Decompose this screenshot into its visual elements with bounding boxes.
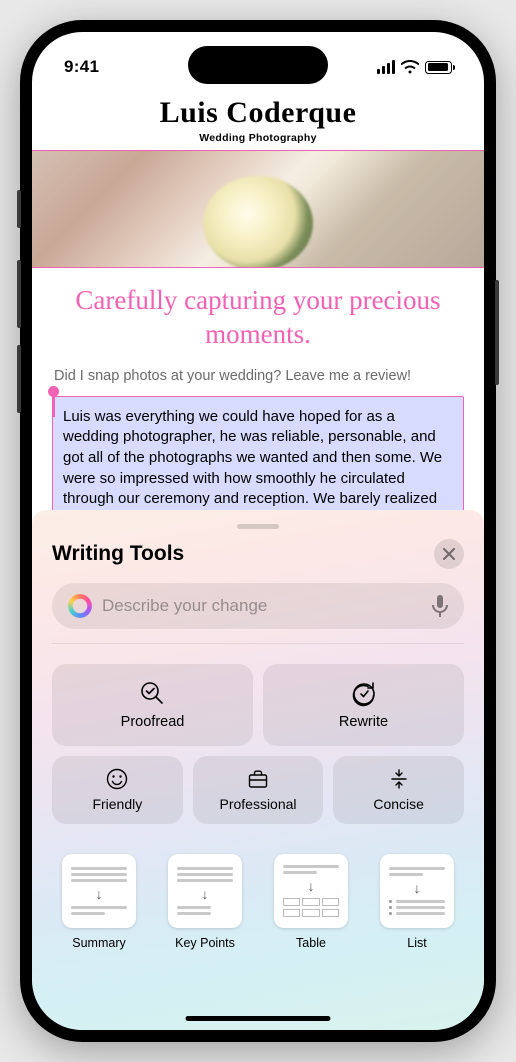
hero-image bbox=[32, 150, 484, 268]
concise-label: Concise bbox=[373, 796, 424, 812]
close-button[interactable] bbox=[434, 539, 464, 569]
format-row: ↓ Summary ↓ Key Points ↓ bbox=[52, 834, 464, 950]
professional-label: Professional bbox=[219, 796, 296, 812]
summary-button[interactable]: ↓ Summary bbox=[62, 854, 136, 950]
panel-title: Writing Tools bbox=[52, 542, 184, 566]
proofread-label: Proofread bbox=[121, 714, 185, 730]
dynamic-island bbox=[188, 46, 328, 84]
review-prompt: Did I snap photos at your wedding? Leave… bbox=[32, 362, 484, 394]
writing-tools-panel: Writing Tools Describe your change Proof… bbox=[32, 510, 484, 1030]
tagline: Carefully capturing your precious moment… bbox=[32, 268, 484, 362]
rewrite-button[interactable]: Rewrite bbox=[263, 664, 464, 746]
selection-handle-start[interactable] bbox=[52, 395, 55, 417]
briefcase-icon bbox=[247, 768, 269, 790]
status-time: 9:41 bbox=[64, 57, 99, 77]
professional-button[interactable]: Professional bbox=[193, 756, 324, 824]
list-button[interactable]: ↓ List bbox=[380, 854, 454, 950]
divider bbox=[52, 643, 464, 644]
list-thumb-icon: ↓ bbox=[380, 854, 454, 928]
wifi-icon bbox=[401, 60, 419, 74]
table-label: Table bbox=[296, 936, 326, 950]
smiley-icon bbox=[106, 768, 128, 790]
battery-icon bbox=[425, 61, 452, 74]
summary-label: Summary bbox=[72, 936, 125, 950]
keypoints-thumb-icon: ↓ bbox=[168, 854, 242, 928]
document-title: Luis Coderque bbox=[52, 96, 464, 130]
document-header: Luis Coderque Wedding Photography bbox=[32, 86, 484, 150]
microphone-icon[interactable] bbox=[432, 595, 448, 617]
screen: 9:41 Luis Coderque Wedding Photography C… bbox=[32, 32, 484, 1030]
keypoints-label: Key Points bbox=[175, 936, 235, 950]
rewrite-label: Rewrite bbox=[339, 714, 388, 730]
list-label: List bbox=[407, 936, 426, 950]
table-button[interactable]: ↓ Table bbox=[274, 854, 348, 950]
volume-down-button[interactable] bbox=[17, 345, 21, 413]
panel-header: Writing Tools bbox=[52, 539, 464, 569]
table-thumb-icon: ↓ bbox=[274, 854, 348, 928]
volume-up-button[interactable] bbox=[17, 260, 21, 328]
magnify-check-icon bbox=[139, 680, 167, 708]
concise-button[interactable]: Concise bbox=[333, 756, 464, 824]
power-button[interactable] bbox=[495, 280, 499, 385]
panel-grabber[interactable] bbox=[237, 524, 279, 529]
friendly-label: Friendly bbox=[92, 796, 142, 812]
secondary-tools-row: Friendly Professional Concise bbox=[52, 756, 464, 824]
document-subtitle: Wedding Photography bbox=[52, 132, 464, 144]
close-icon bbox=[443, 548, 455, 560]
keypoints-button[interactable]: ↓ Key Points bbox=[168, 854, 242, 950]
status-icons bbox=[377, 60, 453, 74]
concise-icon bbox=[388, 768, 410, 790]
describe-change-input[interactable]: Describe your change bbox=[52, 583, 464, 629]
friendly-button[interactable]: Friendly bbox=[52, 756, 183, 824]
silent-switch[interactable] bbox=[17, 190, 21, 228]
proofread-button[interactable]: Proofread bbox=[52, 664, 253, 746]
phone-frame: 9:41 Luis Coderque Wedding Photography C… bbox=[20, 20, 496, 1042]
home-indicator[interactable] bbox=[186, 1016, 331, 1021]
apple-intelligence-icon bbox=[68, 594, 92, 618]
primary-tools-row: Proofread Rewrite bbox=[52, 664, 464, 746]
cellular-icon bbox=[377, 60, 396, 74]
summary-thumb-icon: ↓ bbox=[62, 854, 136, 928]
rewrite-icon bbox=[350, 680, 378, 708]
describe-placeholder: Describe your change bbox=[102, 596, 422, 616]
